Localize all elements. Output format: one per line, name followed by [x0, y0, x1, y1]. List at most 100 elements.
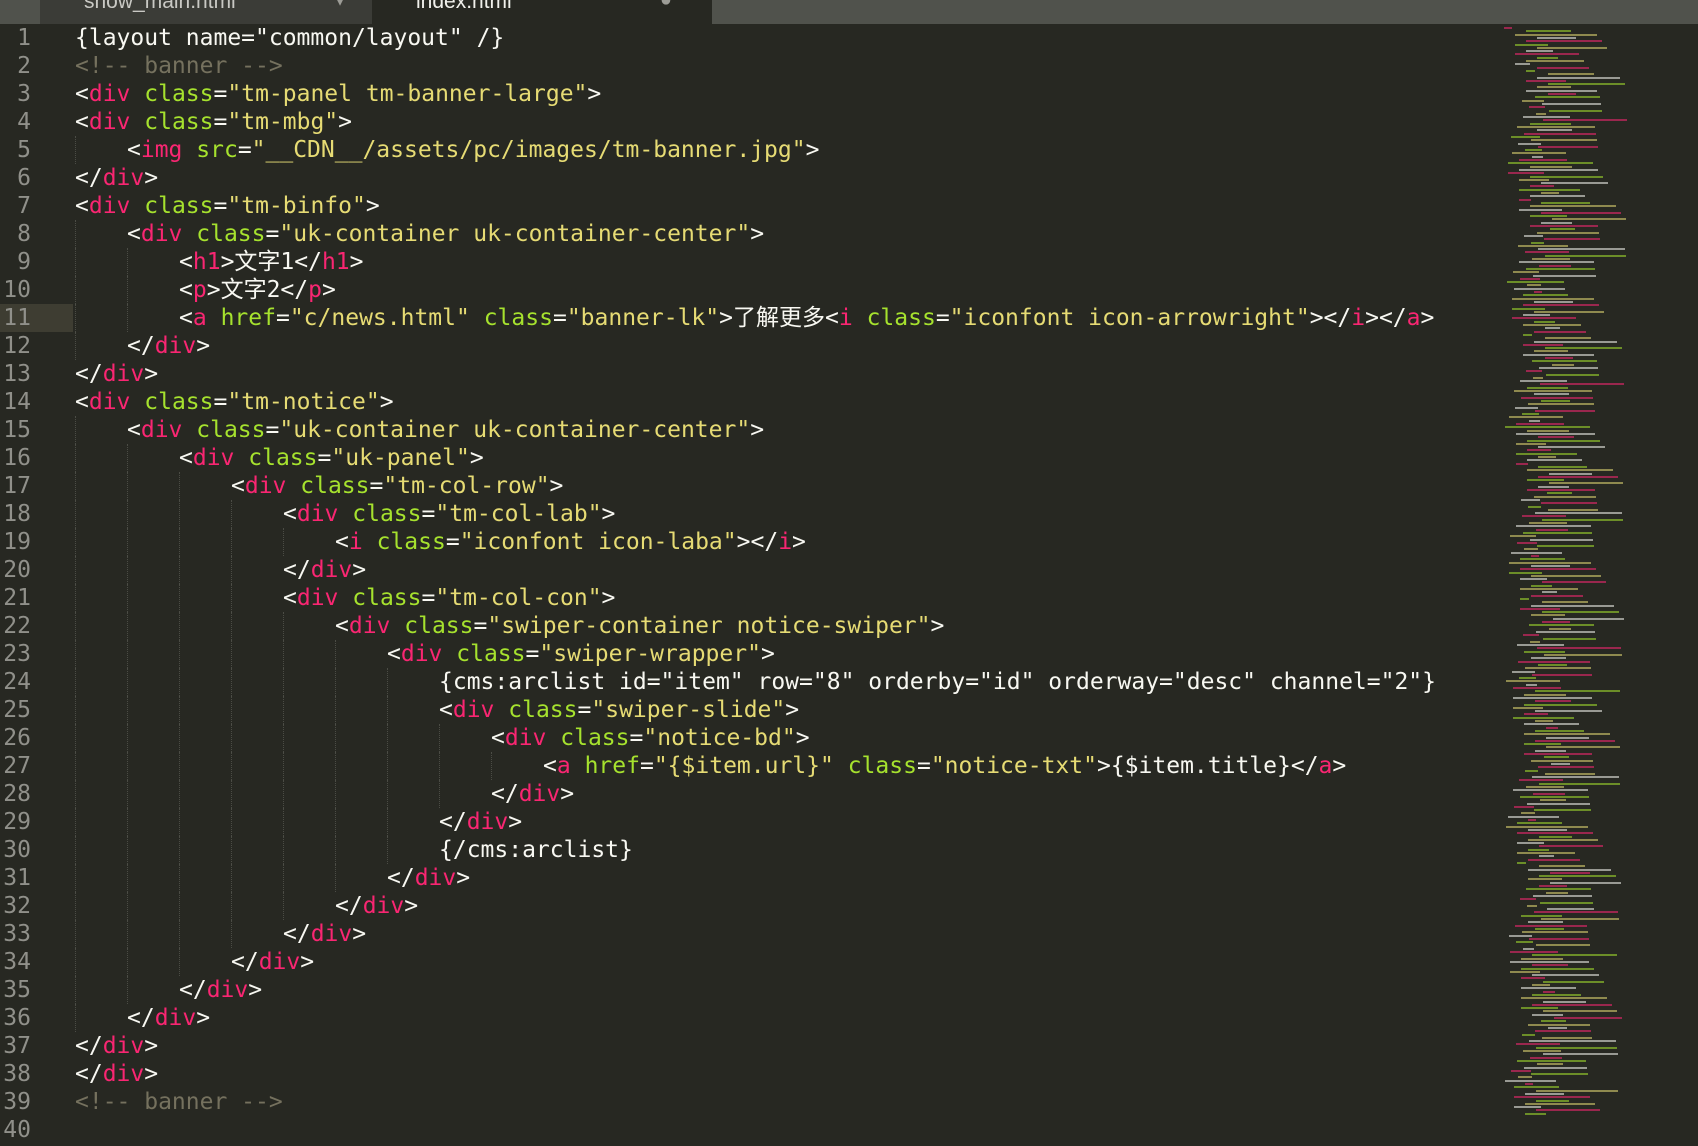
minimap-stroke	[1549, 627, 1571, 630]
code-line[interactable]: 2 <!-- banner -->	[0, 52, 1500, 80]
minimap-stroke	[1531, 604, 1614, 607]
code-line[interactable]: 28 </div>	[0, 780, 1500, 808]
code-line[interactable]: 5 <img src="__CDN__/assets/pc/images/tm-b…	[0, 136, 1500, 164]
code-line[interactable]: 33 </div>	[0, 920, 1500, 948]
line-number: 34	[3, 949, 31, 975]
minimap-stroke	[1505, 426, 1590, 429]
code-line[interactable]: 15 <div class="uk-container uk-container-…	[0, 416, 1500, 444]
minimap-stroke	[1531, 614, 1565, 617]
indent-guide	[75, 528, 76, 556]
indent-guide	[335, 836, 336, 864]
string-value: "swiper-slide"	[591, 697, 786, 723]
tab-label: show_main.html	[84, 0, 236, 13]
code-content: <!-- banner -->	[75, 52, 283, 80]
minimap-stroke	[1512, 670, 1535, 673]
attribute-name: class	[196, 417, 266, 443]
minimap-stroke	[1512, 307, 1545, 310]
code-line[interactable]: 8 <div class="uk-container uk-container-c…	[0, 220, 1500, 248]
minimap-stroke	[1541, 502, 1597, 505]
code-line[interactable]: 13 </div>	[0, 360, 1500, 388]
indent-guide	[387, 808, 388, 836]
minimap-stroke	[1519, 178, 1549, 181]
indent-guide	[127, 584, 128, 612]
code-line[interactable]: 30 {/cms:arclist}	[0, 836, 1500, 864]
code-line[interactable]: 4 <div class="tm-mbg">	[0, 108, 1500, 136]
code-text: >	[144, 165, 159, 191]
tab-index[interactable]: index.html ●	[372, 0, 712, 24]
minimap-stroke	[1524, 693, 1566, 696]
minimap-stroke	[1532, 1003, 1612, 1006]
code-text: <	[179, 249, 193, 275]
code-text: =	[275, 305, 290, 331]
minimap-stroke	[1546, 746, 1620, 749]
code-text: >	[300, 949, 315, 975]
code-line[interactable]: 26 <div class="notice-bd">	[0, 724, 1500, 752]
minimap-stroke	[1515, 406, 1538, 409]
code-line[interactable]: 16 <div class="uk-panel">	[0, 444, 1500, 472]
minimap-stroke	[1545, 347, 1622, 350]
code-line[interactable]: 37 </div>	[0, 1032, 1500, 1060]
code-line[interactable]: 18 <div class="tm-col-lab">	[0, 500, 1500, 528]
indent-guide	[387, 668, 388, 696]
indent-guide	[439, 724, 440, 752]
tag-name: p	[308, 277, 322, 303]
code-text: <	[75, 109, 89, 135]
code-line[interactable]: 40	[0, 1116, 1500, 1144]
code-line[interactable]: 36 </div>	[0, 1004, 1500, 1032]
tab-show-main[interactable]: show_main.html ▾	[40, 0, 385, 24]
string-value: "notice-txt"	[930, 753, 1097, 779]
minimap-stroke	[1534, 291, 1542, 293]
indent-guide	[231, 752, 232, 780]
code-line[interactable]: 19 <i class="iconfont icon-laba"></i>	[0, 528, 1500, 556]
minimap-stroke	[1530, 538, 1593, 541]
code-line[interactable]: 39 <!-- banner -->	[0, 1088, 1500, 1116]
indent-guide	[179, 584, 180, 612]
tab-dropdown-icon[interactable]: ▾	[335, 0, 345, 12]
code-line[interactable]: 6 </div>	[0, 164, 1500, 192]
code-line[interactable]: 38 </div>	[0, 1060, 1500, 1088]
minimap-stroke	[1524, 650, 1565, 653]
minimap[interactable]	[1500, 24, 1698, 1146]
minimap-stroke	[1510, 960, 1589, 963]
minimap-stroke	[1508, 815, 1559, 818]
code-line[interactable]: 32 </div>	[0, 892, 1500, 920]
code-line[interactable]: 29 </div>	[0, 808, 1500, 836]
code-line[interactable]: 35 </div>	[0, 976, 1500, 1004]
unsaved-dot-icon[interactable]: ●	[660, 0, 672, 12]
code-line[interactable]: 22 <div class="swiper-container notice-sw…	[0, 612, 1500, 640]
code-line[interactable]: 9 <h1>文字1</h1>	[0, 248, 1500, 276]
code-content: <h1>文字1</h1>	[179, 248, 364, 276]
code-area[interactable]: 1 {layout name="common/layout" /} 2 <!-- ba…	[0, 24, 1500, 1146]
code-line[interactable]: 27 <a href="{$item.url}" class="notice-tx…	[0, 752, 1500, 780]
code-line[interactable]: 23 <div class="swiper-wrapper">	[0, 640, 1500, 668]
code-line[interactable]: 1 {layout name="common/layout" /}	[0, 24, 1500, 52]
code-line[interactable]: 14 <div class="tm-notice">	[0, 388, 1500, 416]
code-line[interactable]: 25 <div class="swiper-slide">	[0, 696, 1500, 724]
code-line[interactable]: 11 <a href="c/news.html" class="banner-lk…	[0, 304, 1500, 332]
minimap-stroke	[1537, 86, 1571, 89]
indent-guide	[127, 500, 128, 528]
indent-guide	[75, 724, 76, 752]
code-line[interactable]: 12 </div>	[0, 332, 1500, 360]
code-line[interactable]: 31 </div>	[0, 864, 1500, 892]
code-line[interactable]: 7 <div class="tm-binfo">	[0, 192, 1500, 220]
indent-guide	[127, 724, 128, 752]
code-line[interactable]: 21 <div class="tm-col-con">	[0, 584, 1500, 612]
tag-name: div	[504, 725, 547, 751]
code-content: <div class="tm-binfo">	[75, 192, 380, 220]
code-text: >	[805, 137, 820, 163]
code-content: </div>	[335, 892, 418, 920]
code-line[interactable]: 10 <p>文字2</p>	[0, 276, 1500, 304]
minimap-stroke	[1508, 172, 1544, 175]
code-text: >	[750, 417, 765, 443]
indent-guide	[231, 584, 232, 612]
code-line[interactable]: 24 {cms:arclist id="item" row="8" orderby…	[0, 668, 1500, 696]
minimap-stroke	[1532, 258, 1570, 260]
code-line[interactable]: 17 <div class="tm-col-row">	[0, 472, 1500, 500]
code-line[interactable]: 20 </div>	[0, 556, 1500, 584]
code-line[interactable]: 34 </div>	[0, 948, 1500, 976]
code-line[interactable]: 3 <div class="tm-panel tm-banner-large">	[0, 80, 1500, 108]
